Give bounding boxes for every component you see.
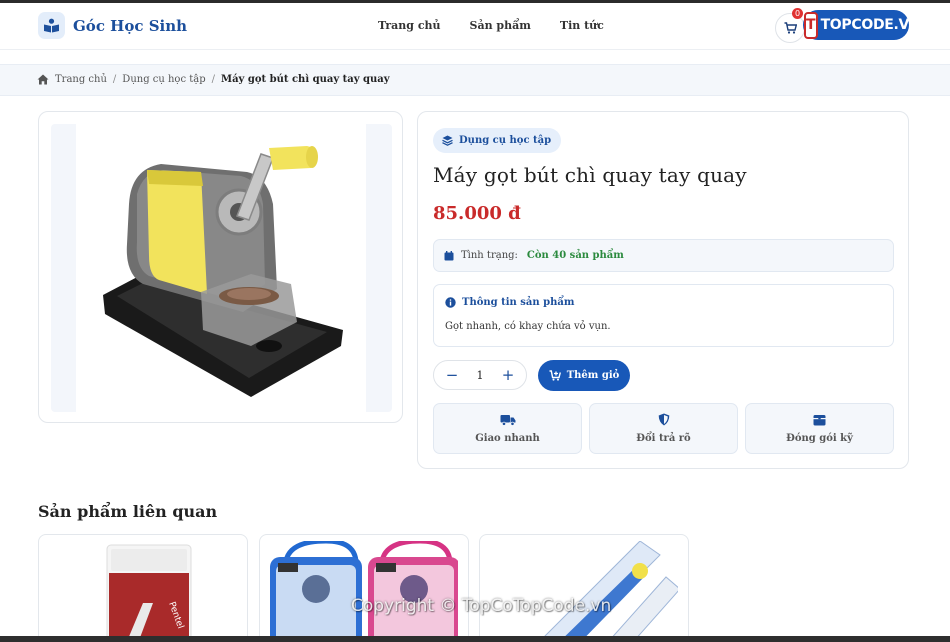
nav-home[interactable]: Trang chủ [378, 19, 441, 32]
related-product-image: Pentel [106, 544, 192, 642]
nav-products[interactable]: Sản phẩm [470, 19, 531, 32]
stock-status: Tình trạng: Còn 40 sản phẩm [433, 239, 894, 272]
product-image-frame [51, 124, 392, 412]
box-icon [813, 414, 826, 425]
quantity-decrease-button[interactable]: − [444, 366, 460, 384]
add-to-cart-label: Thêm giỏ [566, 370, 620, 381]
related-product-image [538, 541, 678, 642]
calendar-icon [444, 250, 454, 260]
topcode-watermark-logo: T TOPCODE.VN [803, 10, 921, 40]
product-info-box: Thông tin sản phẩm Gọt nhanh, có khay ch… [433, 284, 894, 347]
quantity-value[interactable]: 1 [477, 369, 484, 382]
product-description: Gọt nhanh, có khay chứa vỏ vụn. [445, 321, 611, 332]
product-image[interactable] [51, 124, 392, 412]
feature-label: Đóng gói kỹ [786, 432, 853, 444]
nav-news[interactable]: Tin tức [560, 19, 604, 32]
topcode-mark: T [804, 11, 818, 39]
truck-icon [500, 414, 515, 426]
feature-label: Giao nhanh [475, 432, 540, 444]
category-badge[interactable]: Dụng cụ học tập [433, 128, 562, 153]
related-products-title: Sản phẩm liên quan [38, 502, 218, 521]
feature-label: Đổi trả rõ [636, 433, 691, 444]
category-label: Dụng cụ học tập [459, 135, 552, 146]
feature-fast-delivery: Giao nhanh [433, 403, 582, 454]
brand-name: Góc Học Sinh [73, 16, 188, 35]
breadcrumb-current: Máy gọt bút chì quay tay quay [221, 74, 390, 85]
feature-list: Giao nhanh Đổi trả rõ Đóng gói kỹ [433, 403, 894, 454]
topcode-text: TOPCODE.VN [820, 17, 921, 33]
product-price: 85.000 đ [433, 203, 521, 224]
window-bottom-border [0, 636, 950, 642]
book-reader-icon [38, 12, 65, 39]
cart-icon [784, 22, 797, 34]
main-nav: Trang chủ Sản phẩm Tin tức [378, 19, 604, 32]
related-product-image [270, 541, 458, 642]
stock-label: Tình trạng: [461, 250, 518, 261]
breadcrumb-separator: / [112, 74, 117, 85]
home-icon [37, 74, 49, 85]
product-info-card: Dụng cụ học tập Máy gọt bút chì quay tay… [417, 111, 909, 469]
related-product-card[interactable] [479, 534, 689, 642]
cart-plus-icon [549, 370, 561, 381]
shield-icon [658, 413, 669, 426]
feature-packaging: Đóng gói kỹ [745, 403, 894, 454]
feature-returns: Đổi trả rõ [589, 403, 738, 454]
breadcrumb-category[interactable]: Dụng cụ học tập [122, 74, 205, 85]
layers-icon [442, 135, 453, 146]
related-product-card[interactable]: Pentel [38, 534, 248, 642]
add-to-cart-button[interactable]: Thêm giỏ [538, 360, 630, 391]
related-product-card[interactable] [259, 534, 469, 642]
quantity-stepper: − 1 + [433, 360, 527, 390]
cart-count-badge: 0 [792, 8, 803, 19]
stock-value: Còn 40 sản phẩm [526, 250, 624, 261]
breadcrumb: Trang chủ / Dụng cụ học tập / Máy gọt bú… [37, 74, 390, 85]
product-title: Máy gọt bút chì quay tay quay [433, 163, 747, 187]
quantity-increase-button[interactable]: + [500, 366, 516, 384]
copyright-watermark: Copyright © TopCoTopCode.vn [351, 596, 612, 616]
breadcrumb-separator: / [211, 74, 215, 85]
info-icon [445, 297, 456, 308]
product-image-card [38, 111, 403, 423]
brand[interactable]: Góc Học Sinh [38, 12, 187, 39]
breadcrumb-bar: Trang chủ / Dụng cụ học tập / Máy gọt bú… [0, 64, 950, 96]
info-heading: Thông tin sản phẩm [462, 297, 575, 308]
breadcrumb-home[interactable]: Trang chủ [55, 74, 107, 85]
